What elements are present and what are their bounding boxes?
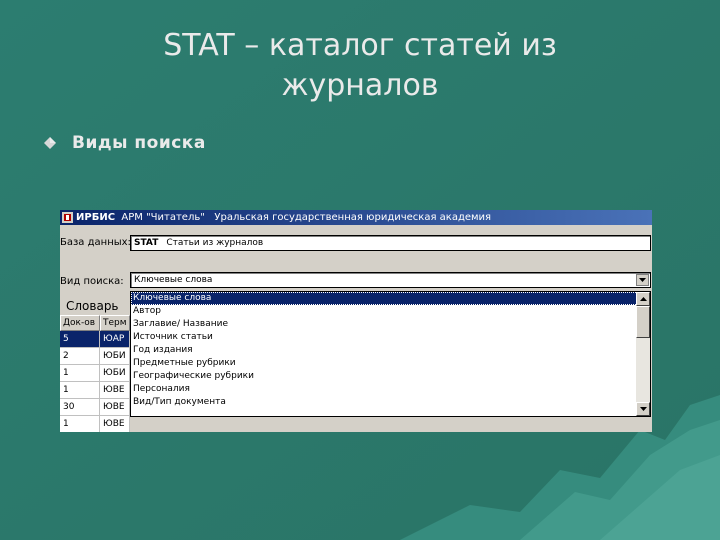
dictionary-label: Словарь [64,299,121,313]
table-cell-term: ЮБИ [100,365,130,381]
table-cell-docs: 5 [60,331,100,347]
slide-title-line1: STAT – каталог статей из [163,28,557,63]
dropdown-option[interactable]: Автор [131,305,650,318]
dropdown-option[interactable]: Предметные рубрики [131,357,650,370]
table-row[interactable]: 1 ЮБИ [60,365,130,382]
database-code: STAT [134,238,159,248]
dictionary-table: Док-ов Терм 5 ЮАР 2 ЮБИ 1 ЮБИ 1 ЮВЕ 30 Ю… [60,315,130,432]
table-cell-docs: 1 [60,416,100,432]
search-type-select[interactable]: Ключевые слова [130,272,651,288]
bullet-item: Виды поиска [44,133,206,153]
column-header-docs[interactable]: Док-ов [60,315,100,331]
slide-title: STAT – каталог статей из журналов [60,26,660,106]
table-row[interactable]: 1 ЮВЕ [60,382,130,399]
table-cell-docs: 1 [60,365,100,381]
dropdown-option[interactable]: Географические рубрики [131,370,650,383]
window-title-module: АРМ "Читатель" [121,212,205,223]
dropdown-option[interactable]: Источник статьи [131,331,650,344]
window-title-org: Уральская государственная юридическая ак… [214,212,492,223]
window-titlebar[interactable]: ИРБИС АРМ "Читатель" Уральская государст… [60,210,652,225]
diamond-bullet-icon [44,137,56,149]
bullet-text: Виды поиска [72,133,206,153]
database-name: Статьи из журналов [166,238,264,248]
dropdown-option[interactable]: Заглавие/ Название [131,318,650,331]
dropdown-button[interactable] [636,274,649,286]
column-header-term[interactable]: Терм [100,315,130,331]
table-cell-term: ЮВЕ [100,382,130,398]
table-row[interactable]: 5 ЮАР [60,331,130,348]
dictionary-group: Словарь [60,299,130,315]
arrow-up-icon [639,297,647,301]
chevron-down-icon [639,278,646,282]
search-type-dropdown-list: Ключевые слова Автор Заглавие/ Название … [130,291,651,417]
table-cell-term: ЮВЕ [100,399,130,415]
table-header: Док-ов Терм [60,315,130,331]
table-cell-docs: 1 [60,382,100,398]
irbis-window: ИРБИС АРМ "Читатель" Уральская государст… [60,210,652,432]
scroll-up-button[interactable] [636,292,650,306]
table-cell-docs: 2 [60,348,100,364]
scroll-down-button[interactable] [636,402,650,416]
app-icon [62,212,73,223]
database-label: База данных: [60,237,131,248]
database-field[interactable]: STAT Статьи из журналов [130,235,651,251]
dropdown-option[interactable]: Год издания [131,344,650,357]
table-cell-term: ЮВЕ [100,416,130,432]
table-cell-term: ЮБИ [100,348,130,364]
dropdown-option[interactable]: Вид/Тип документа [131,396,650,409]
window-title-app: ИРБИС [76,212,116,223]
search-type-value: Ключевые слова [134,275,213,285]
search-type-label: Вид поиска: [60,276,124,287]
table-cell-term: ЮАР [100,331,130,347]
dropdown-option[interactable]: Ключевые слова [131,292,650,305]
table-cell-docs: 30 [60,399,100,415]
dropdown-option[interactable]: Персоналия [131,383,650,396]
slide-title-line2: журналов [281,68,439,103]
table-row[interactable]: 2 ЮБИ [60,348,130,365]
arrow-down-icon [639,407,647,411]
table-row[interactable]: 30 ЮВЕ [60,399,130,416]
dropdown-scrollbar[interactable] [636,292,650,416]
scroll-thumb[interactable] [636,306,650,338]
table-row[interactable]: 1 ЮВЕ [60,416,130,432]
